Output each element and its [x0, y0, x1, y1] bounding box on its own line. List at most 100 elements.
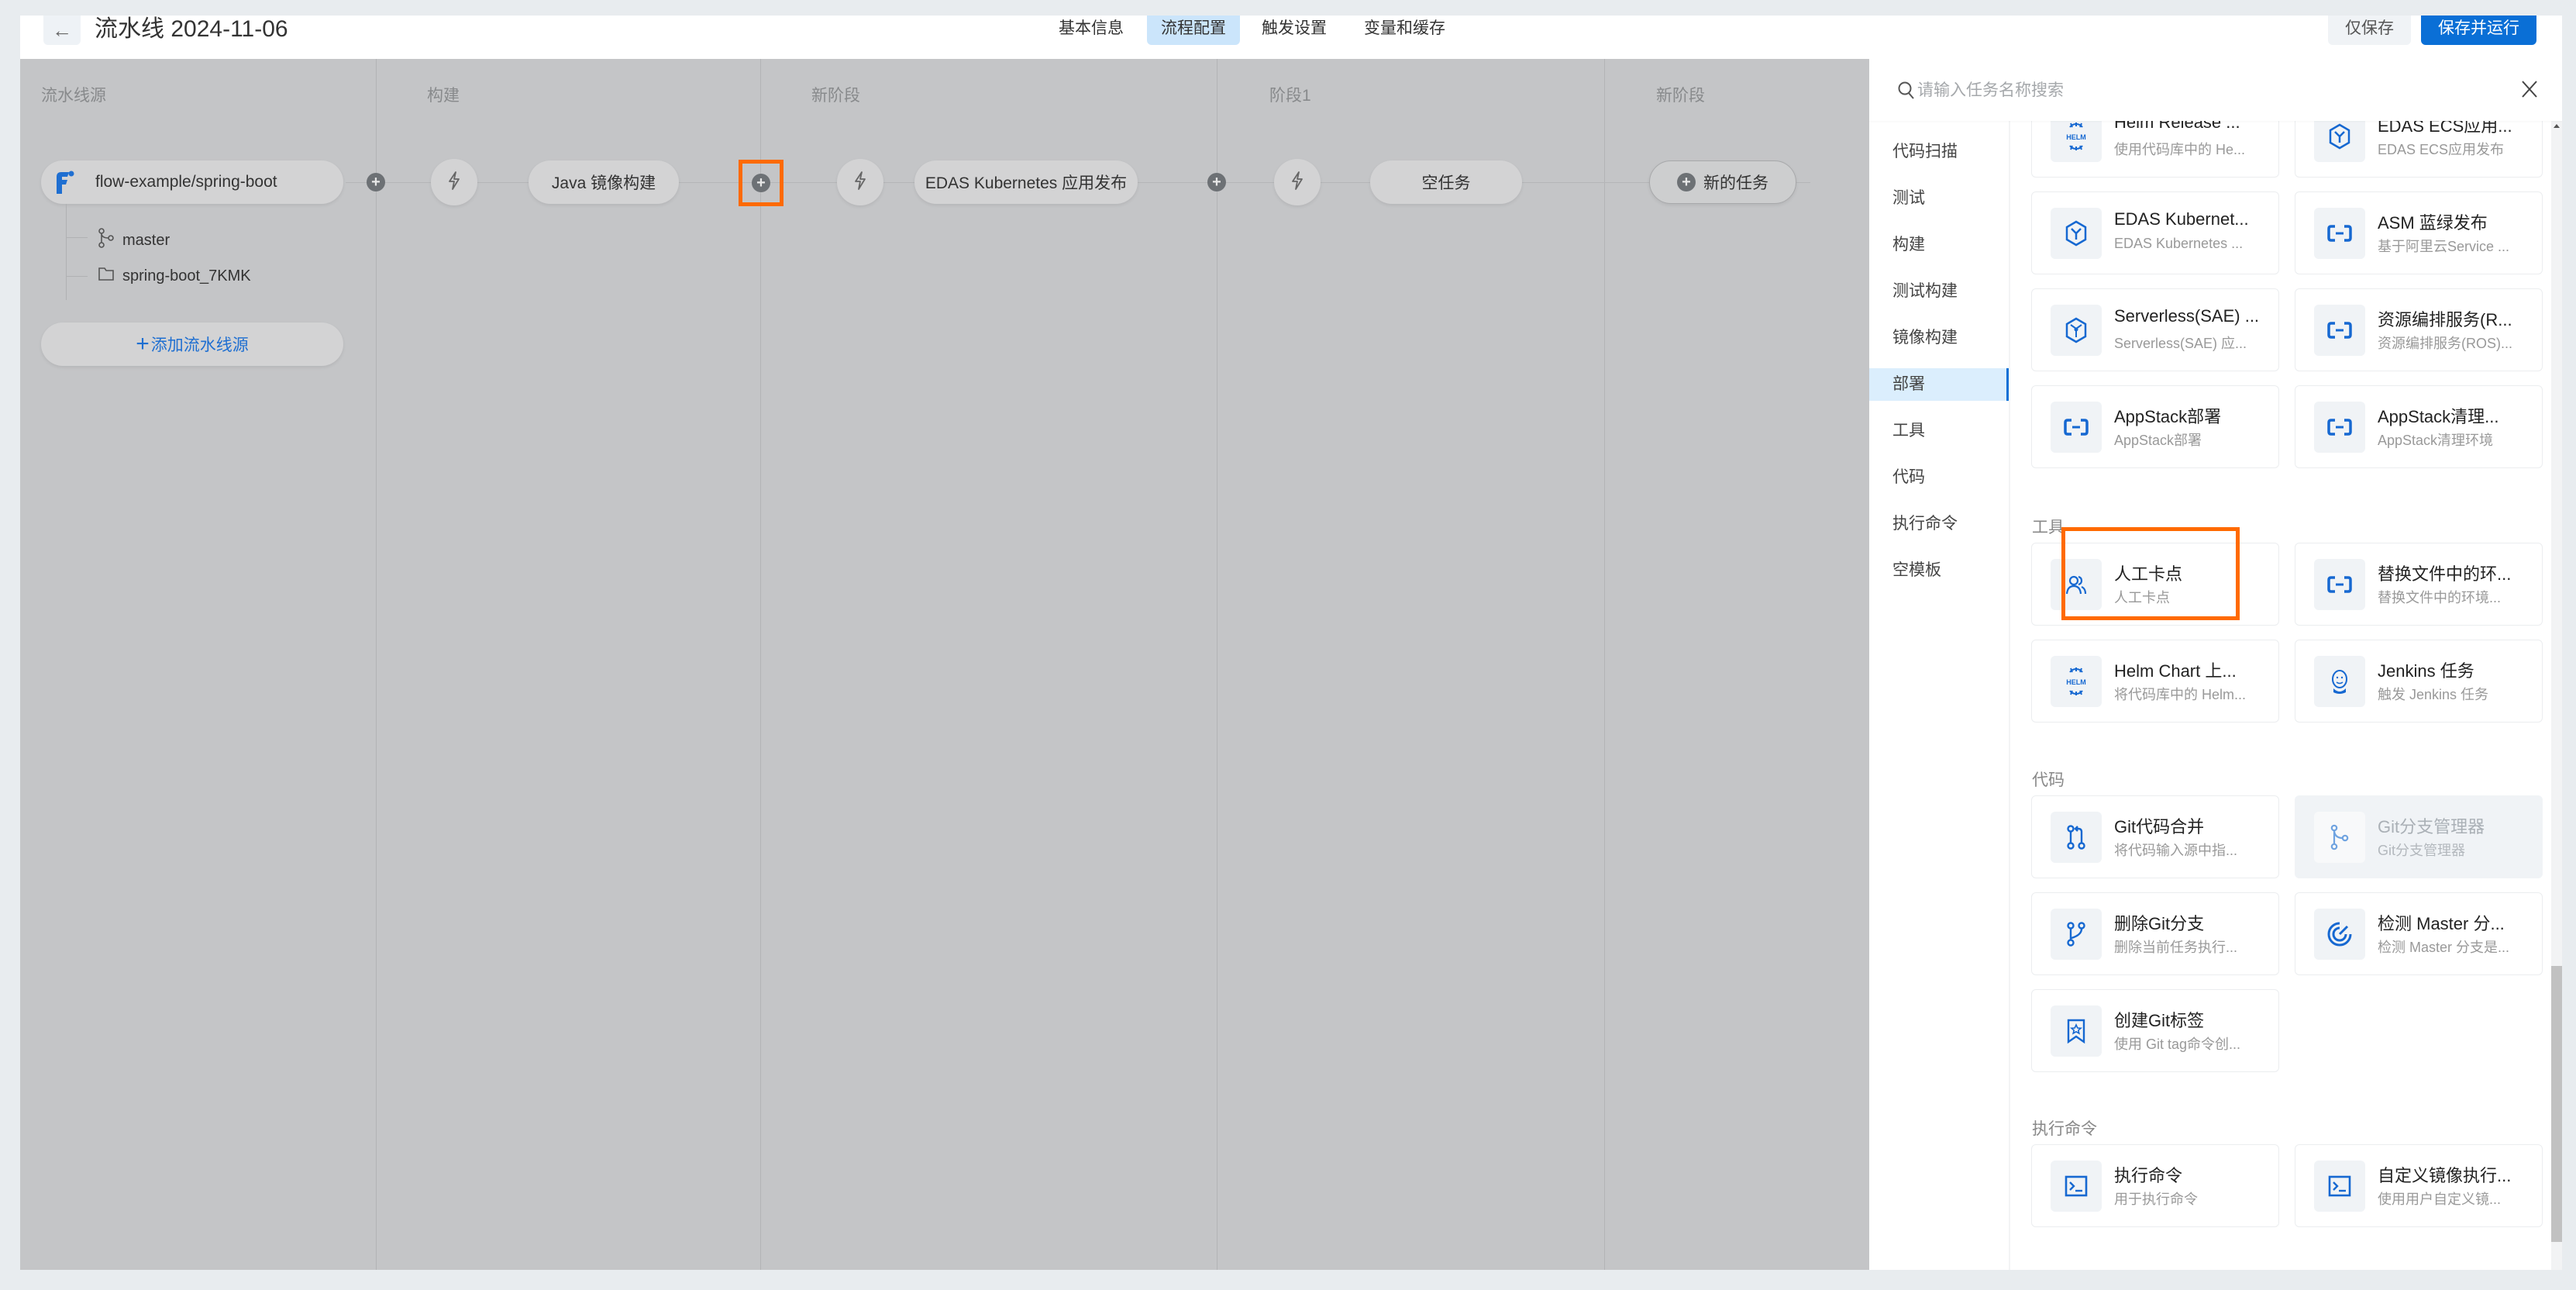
nav-item-build[interactable]: 构建: [1869, 229, 2009, 261]
new-job-button[interactable]: + 新的任务: [1649, 160, 1796, 204]
stage-divider: [1604, 59, 1605, 1270]
aliyun-icon: [2327, 418, 2352, 436]
nav-item-tools[interactable]: 工具: [1869, 415, 2009, 447]
task-card[interactable]: Git代码合并 将代码输入源中指...: [2031, 795, 2279, 878]
plus-icon: +: [371, 174, 381, 191]
detect-icon: [2326, 921, 2353, 947]
highlight-box: [2061, 527, 2240, 620]
plus-icon: +: [1677, 173, 1696, 191]
card-subtitle: 基于阿里云Service ...: [2378, 239, 2510, 254]
add-stage-button[interactable]: +: [367, 173, 385, 191]
section-title: 工具: [2032, 519, 2065, 536]
task-card[interactable]: 替换文件中的环... 替换文件中的环境...: [2295, 543, 2543, 626]
task-card: Git分支管理器 Git分支管理器: [2295, 795, 2543, 878]
task-card[interactable]: HELM Helm Chart 上... 将代码库中的 Helm...: [2031, 640, 2279, 723]
card-icon-box: [2314, 1161, 2365, 1212]
trigger-node[interactable]: [1274, 159, 1321, 205]
source-workspace[interactable]: spring-boot_7KMK: [98, 265, 251, 287]
close-icon[interactable]: [2520, 79, 2539, 103]
task-card[interactable]: EDAS Kubernet... EDAS Kubernetes ...: [2031, 191, 2279, 274]
tree-line: [66, 204, 90, 300]
tab-variables-cache[interactable]: 变量和缓存: [1350, 16, 1459, 45]
stage-label-new[interactable]: 新阶段: [811, 83, 860, 106]
tree-line: [66, 276, 88, 277]
stage-label-source[interactable]: 流水线源: [41, 83, 106, 106]
tab-trigger-settings[interactable]: 触发设置: [1248, 16, 1341, 45]
aliyun-icon: [2064, 418, 2089, 436]
card-title: 执行命令: [2114, 1166, 2183, 1185]
git-merge-icon: [2065, 824, 2087, 850]
task-card[interactable]: Jenkins 任务触发 Jenkins 任务: [2295, 640, 2543, 723]
nav-item-test-build[interactable]: 测试构建: [1869, 275, 2009, 308]
card-title: AppStack清理...: [2378, 407, 2499, 426]
card-icon-box: [2314, 402, 2365, 453]
aliyun-icon: [2327, 224, 2352, 243]
card-icon-box: [2051, 909, 2102, 960]
card-title: Helm Chart 上...: [2114, 661, 2237, 681]
task-card[interactable]: Serverless(SAE) ... Serverless(SAE) 应...: [2031, 288, 2279, 371]
nav-item-empty-template[interactable]: 空模板: [1869, 554, 2009, 587]
add-stage-button-highlighted[interactable]: +: [752, 174, 770, 192]
task-card[interactable]: 创建Git标签 使用 Git tag命令创...: [2031, 989, 2279, 1072]
scrollbar-thumb[interactable]: [2551, 966, 2562, 1242]
card-subtitle: AppStack清理环境: [2378, 433, 2494, 448]
card-icon-box: [2314, 909, 2365, 960]
task-card[interactable]: AppStack部署 AppStack部署: [2031, 385, 2279, 468]
source-node[interactable]: flow-example/spring-boot: [41, 160, 343, 204]
workspace-name: spring-boot_7KMK: [122, 267, 251, 285]
task-card[interactable]: 检测 Master 分... 检测 Master 分支是...: [2295, 892, 2543, 975]
task-card[interactable]: 删除Git分支 删除当前任务执行...: [2031, 892, 2279, 975]
new-job-label: 新的任务: [1703, 174, 1768, 192]
nav-item-code[interactable]: 代码: [1869, 461, 2009, 494]
helm-icon: HELM: [2063, 121, 2089, 152]
tab-flow-config[interactable]: 流程配置: [1147, 16, 1240, 45]
card-title: 检测 Master 分...: [2378, 914, 2505, 933]
card-title: 删除Git分支: [2114, 914, 2205, 933]
back-button[interactable]: ←: [43, 16, 81, 45]
task-search-input[interactable]: [1916, 73, 2461, 109]
save-and-run-button[interactable]: 保存并运行: [2421, 16, 2536, 45]
job-node-edas-k8s[interactable]: EDAS Kubernetes 应用发布: [914, 160, 1138, 204]
search-icon: [1897, 81, 1916, 105]
card-subtitle: AppStack部署: [2114, 433, 2202, 448]
folder-icon: [98, 265, 115, 287]
stage-label-build[interactable]: 构建: [427, 83, 460, 106]
task-card[interactable]: ASM 蓝绿发布 基于阿里云Service ...: [2295, 191, 2543, 274]
card-title: Jenkins 任务: [2378, 661, 2474, 681]
add-stage-button[interactable]: +: [1207, 173, 1226, 191]
save-only-button[interactable]: 仅保存: [2328, 16, 2411, 45]
scroll-up-arrow-icon[interactable]: [2554, 124, 2560, 128]
section-title: 代码: [2032, 771, 2065, 789]
trigger-node[interactable]: [431, 159, 477, 205]
arrow-left-icon: ←: [52, 18, 72, 42]
nav-item-code-scan[interactable]: 代码扫描: [1869, 136, 2009, 168]
tab-basic-info[interactable]: 基本信息: [1045, 16, 1138, 45]
job-node-empty[interactable]: 空任务: [1370, 160, 1522, 204]
nav-item-image-build[interactable]: 镜像构建: [1869, 322, 2009, 354]
nav-item-test[interactable]: 测试: [1869, 182, 2009, 215]
task-card[interactable]: AppStack清理... AppStack清理环境: [2295, 385, 2543, 468]
stage-label-stage1[interactable]: 阶段1: [1269, 83, 1311, 106]
add-source-button[interactable]: + 添加流水线源: [41, 322, 343, 366]
source-repo-name: flow-example/spring-boot: [95, 173, 277, 191]
nav-item-exec-command[interactable]: 执行命令: [1869, 508, 2009, 540]
task-card[interactable]: 自定义镜像执行... 使用用户自定义镜...: [2295, 1144, 2543, 1227]
trigger-node[interactable]: [837, 159, 883, 205]
stage-divider: [760, 59, 761, 1270]
card-icon-box: [2051, 1161, 2102, 1212]
panel-scrollbar[interactable]: [2551, 121, 2562, 1270]
source-branch[interactable]: master: [98, 228, 170, 253]
task-card[interactable]: 资源编排服务(R... 资源编排服务(ROS)...: [2295, 288, 2543, 371]
card-title: 创建Git标签: [2114, 1011, 2205, 1030]
git-branch-icon: [98, 228, 115, 253]
job-node-java-build[interactable]: Java 镜像构建: [529, 160, 679, 204]
task-card[interactable]: 执行命令 用于执行命令: [2031, 1144, 2279, 1227]
nav-item-deploy[interactable]: 部署: [1869, 368, 2009, 401]
git-tag-icon: [2066, 1018, 2086, 1044]
page-title: 流水线 2024-11-06: [95, 16, 288, 42]
category-nav: 代码扫描 测试 构建 测试构建 镜像构建 部署 工具 代码 执行命令 空模板: [1869, 121, 2010, 1270]
edas-icon: [2065, 220, 2088, 247]
stage-label-new-2[interactable]: 新阶段: [1656, 83, 1705, 106]
card-subtitle: 触发 Jenkins 任务: [2378, 687, 2489, 702]
lightning-icon: [1290, 171, 1304, 195]
